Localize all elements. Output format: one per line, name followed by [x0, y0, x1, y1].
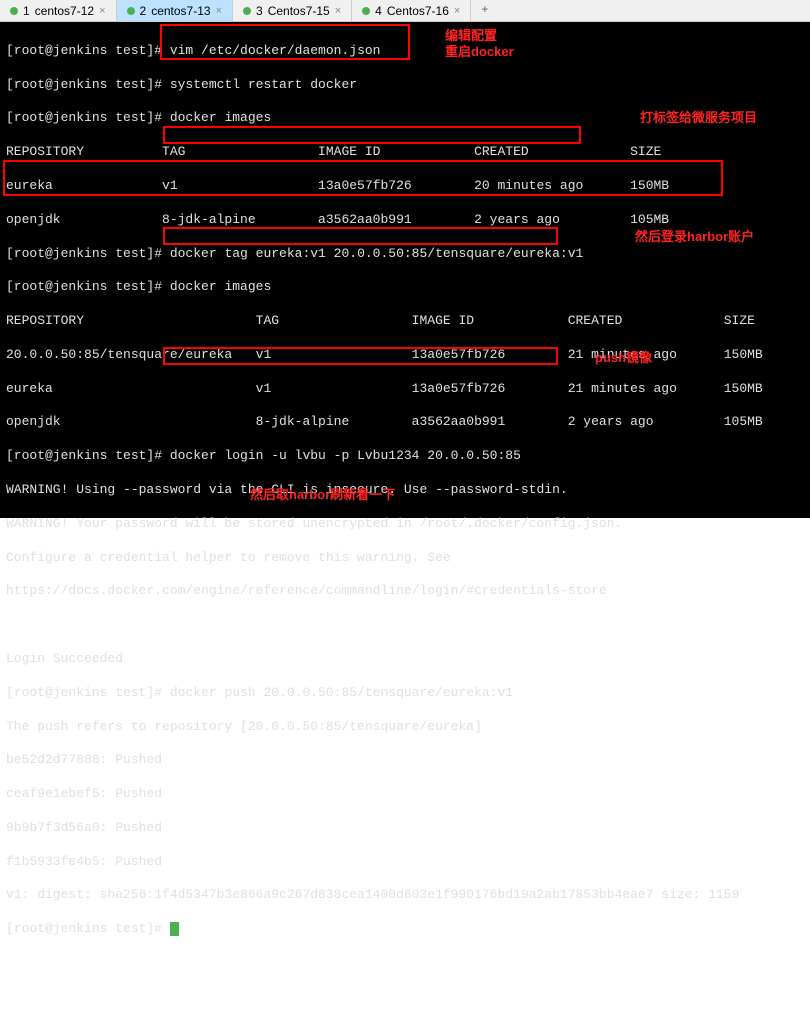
annotation-label: 然后取harbor刷新看一下 — [250, 487, 395, 504]
close-icon[interactable]: × — [216, 5, 222, 17]
push-output: The push refers to repository [20.0.0.50… — [6, 719, 804, 736]
tab-4[interactable]: 4 Centos7-16× — [352, 0, 471, 21]
prompt: [root@jenkins test]# — [6, 43, 162, 58]
push-output: f1b5933fe4b5: Pushed — [6, 854, 804, 871]
warning-text: WARNING! Using --password via the CLI is… — [6, 482, 804, 499]
tab-2[interactable]: 2 centos7-13× — [117, 0, 234, 21]
push-output: be52d2d77808: Pushed — [6, 752, 804, 769]
cursor-icon — [170, 922, 179, 936]
terminal[interactable]: [root@jenkins test]# vim /etc/docker/dae… — [0, 22, 810, 518]
cmd-tag: docker tag eureka:v1 20.0.0.50:85/tensqu… — [162, 246, 583, 261]
tab-bar: 1 centos7-12× 2 centos7-13× 3 Centos7-15… — [0, 0, 810, 22]
warning-text: WARNING! Your password will be stored un… — [6, 516, 804, 533]
annotation-label: 编辑配置 — [445, 28, 497, 45]
annotation-box — [163, 126, 581, 144]
status-dot-icon — [10, 7, 18, 15]
cmd-images: docker images — [162, 110, 271, 125]
push-output: ceaf9e1ebef5: Pushed — [6, 786, 804, 803]
table-header: REPOSITORY TAG IMAGE ID CREATED SIZE — [6, 144, 804, 161]
status-dot-icon — [243, 7, 251, 15]
cmd-restart: systemctl restart docker — [162, 77, 357, 92]
prompt: [root@jenkins test]# — [6, 685, 162, 700]
warning-text: Configure a credential helper to remove … — [6, 550, 804, 567]
warning-text: https://docs.docker.com/engine/reference… — [6, 583, 804, 600]
prompt: [root@jenkins test]# — [6, 921, 162, 936]
cmd-push: docker push 20.0.0.50:85/tensquare/eurek… — [162, 685, 513, 700]
annotation-label: 然后登录harbor账户 — [635, 229, 754, 246]
prompt: [root@jenkins test]# — [6, 77, 162, 92]
annotation-label: 打标签给微服务项目 — [640, 110, 757, 127]
close-icon[interactable]: × — [454, 5, 460, 17]
close-icon[interactable]: × — [335, 5, 341, 17]
push-output: 9b9b7f3d56a0: Pushed — [6, 820, 804, 837]
table-row: openjdk 8-jdk-alpine a3562aa0b991 2 year… — [6, 212, 804, 229]
prompt: [root@jenkins test]# — [6, 448, 162, 463]
prompt: [root@jenkins test]# — [6, 110, 162, 125]
status-dot-icon — [362, 7, 370, 15]
push-output: v1: digest: sha256:1f4d5347b3e866a9c267d… — [6, 887, 804, 904]
login-succeeded: Login Succeeded — [6, 651, 804, 668]
prompt: [root@jenkins test]# — [6, 246, 162, 261]
cmd-images: docker images — [162, 279, 271, 294]
table-row: eureka v1 13a0e57fb726 20 minutes ago 15… — [6, 178, 804, 195]
status-dot-icon — [127, 7, 135, 15]
table-row: eureka v1 13a0e57fb726 21 minutes ago 15… — [6, 381, 804, 398]
cmd-login: docker login -u lvbu -p Lvbu1234 20.0.0.… — [162, 448, 521, 463]
table-row: 20.0.0.50:85/tensquare/eureka v1 13a0e57… — [6, 347, 804, 364]
annotation-box — [163, 227, 558, 245]
table-row: openjdk 8-jdk-alpine a3562aa0b991 2 year… — [6, 414, 804, 431]
tab-3[interactable]: 3 Centos7-15× — [233, 0, 352, 21]
prompt: [root@jenkins test]# — [6, 279, 162, 294]
annotation-label: 重启docker — [445, 44, 514, 61]
table-header: REPOSITORY TAG IMAGE ID CREATED SIZE — [6, 313, 804, 330]
annotation-label: push镜像 — [595, 350, 652, 367]
close-icon[interactable]: × — [99, 5, 105, 17]
cmd-vim: vim /etc/docker/daemon.json — [162, 43, 380, 58]
add-tab-button[interactable]: + — [471, 0, 498, 21]
tab-1[interactable]: 1 centos7-12× — [0, 0, 117, 21]
